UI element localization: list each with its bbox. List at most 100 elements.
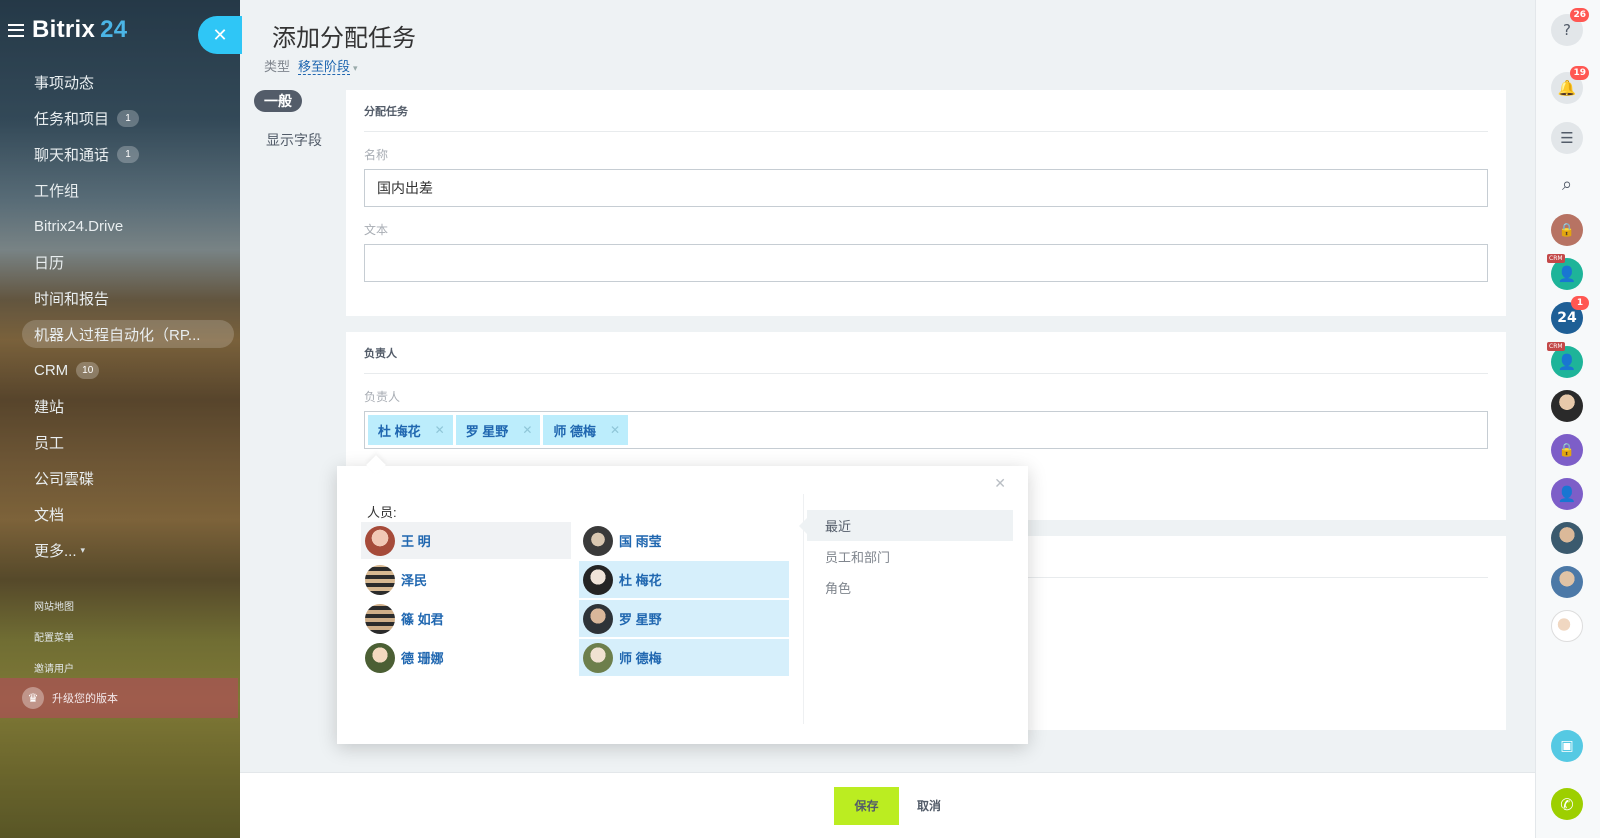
remove-icon[interactable]: ✕ (610, 423, 620, 437)
person-item[interactable]: 泽民 (361, 561, 571, 598)
avatar (365, 603, 395, 634)
tabs: 一般 显示字段 (240, 90, 344, 150)
chevron-down-icon: ▾ (80, 544, 86, 555)
avatar (365, 642, 395, 673)
category-recent[interactable]: 最近 (799, 510, 1013, 541)
responsible-label: 负责人 (364, 390, 401, 404)
user-avatar[interactable] (1551, 566, 1583, 598)
help-icon[interactable]: ? 26 (1551, 8, 1589, 46)
crm-contact-icon[interactable]: 👤 CRM (1547, 342, 1583, 378)
configure-menu-link[interactable]: 配置菜单 (34, 621, 74, 652)
type-label: 类型 (264, 59, 291, 74)
close-slider-button[interactable]: ✕ (198, 16, 242, 54)
sidebar-item-crm[interactable]: CRM 10 (0, 352, 240, 388)
nav-counter: 1 (117, 145, 140, 163)
avatar (583, 642, 613, 673)
sidebar-item-calendar[interactable]: 日历 (0, 244, 240, 280)
person-item[interactable]: 国 雨莹 (579, 522, 789, 559)
user-selector-popup: ✕ 人员: 王 明 国 雨莹 泽民 杜 梅花 篠 如君 罗 星野 德 珊娜 师 … (337, 466, 1028, 744)
name-field[interactable]: 国内出差 (364, 169, 1488, 207)
sidebar-item-tasks[interactable]: 任务和项目 1 (0, 100, 240, 136)
chat-list-icon[interactable]: ☰ (1551, 122, 1583, 154)
avatar (365, 525, 395, 556)
type-selector[interactable]: 移至阶段 (298, 59, 351, 75)
task-card: 分配任务 名称 国内出差 文本 (346, 90, 1506, 316)
user-token[interactable]: 杜 梅花 ✕ (368, 415, 453, 445)
tab-general[interactable]: 一般 (254, 90, 302, 112)
upgrade-label: 升级您的版本 (52, 693, 118, 705)
sidebar-item-company-drive[interactable]: 公司雲碟 (0, 460, 240, 496)
sidebar-item-time-reports[interactable]: 时间和报告 (0, 280, 240, 316)
user-avatar[interactable] (1551, 390, 1583, 422)
section-header: 分配任务 (364, 90, 1488, 132)
user-icon[interactable]: 👤 (1551, 478, 1583, 510)
search-icon[interactable]: ⌕ (1551, 168, 1583, 200)
device-icon[interactable]: ▣ (1551, 730, 1583, 762)
close-icon: ✕ (212, 24, 228, 46)
badge: 19 (1570, 66, 1589, 80)
close-icon[interactable]: ✕ (994, 476, 1006, 492)
sidebar-item-rpa[interactable]: 机器人过程自动化（RP... (0, 316, 240, 352)
sidebar-small-links: 网站地图 配置菜单 邀请用户 (34, 590, 74, 683)
bell-icon[interactable]: 🔔 19 (1551, 66, 1589, 104)
person-item[interactable]: 篠 如君 (361, 600, 571, 637)
group-avatar[interactable] (1551, 610, 1583, 642)
lock-icon[interactable]: 🔒 (1551, 434, 1583, 466)
person-item-selected[interactable]: 杜 梅花 (579, 561, 789, 598)
avatar (583, 564, 613, 595)
save-button[interactable]: 保存 (833, 786, 899, 825)
section-header: 负责人 (364, 332, 1488, 374)
name-label: 名称 (364, 148, 389, 162)
left-sidebar: Bitrix 24 事项动态 任务和项目 1 聊天和通话 1 工作组 Bitrix24… (0, 0, 240, 838)
brand[interactable]: Bitrix 24 (8, 16, 127, 44)
user-token[interactable]: 师 德梅 ✕ (543, 415, 629, 445)
sidebar-item-workgroups[interactable]: 工作组 (0, 172, 240, 208)
user-token[interactable]: 罗 星野 ✕ (455, 415, 541, 445)
badge: 26 (1570, 8, 1589, 22)
remove-icon[interactable]: ✕ (522, 423, 532, 437)
category-employees-departments[interactable]: 员工和部门 (807, 541, 1013, 572)
main-nav: 事项动态 任务和项目 1 聊天和通话 1 工作组 Bitrix24.Drive 日历… (0, 64, 240, 568)
chevron-down-icon[interactable]: ▾ (353, 63, 358, 73)
crm-contact-icon[interactable]: 👤 CRM (1547, 254, 1583, 290)
people-title: 人员: (367, 505, 397, 520)
sidebar-item-drive[interactable]: Bitrix24.Drive (0, 208, 240, 244)
sidebar-item-chat[interactable]: 聊天和通话 1 (0, 136, 240, 172)
crown-icon: ♛ (22, 687, 44, 709)
person-item-selected[interactable]: 罗 星野 (579, 600, 789, 637)
category-roles[interactable]: 角色 (807, 572, 1013, 603)
avatar (583, 525, 613, 556)
bitrix24-icon[interactable]: 24 1 (1551, 296, 1589, 334)
nav-counter: 1 (117, 109, 140, 127)
nav-counter: 10 (76, 361, 100, 379)
footer-bar: 保存 取消 (240, 772, 1535, 838)
badge: 1 (1571, 296, 1589, 310)
remove-icon[interactable]: ✕ (435, 423, 445, 437)
cancel-button[interactable]: 取消 (917, 797, 941, 814)
sidebar-item-employees[interactable]: 员工 (0, 424, 240, 460)
hamburger-menu-icon[interactable] (8, 23, 24, 37)
brand-logo: Bitrix 24 (32, 16, 128, 43)
person-item[interactable]: 王 明 (361, 522, 571, 559)
sitemap-link[interactable]: 网站地图 (34, 590, 74, 621)
category-list: 最近 员工和部门 角色 (799, 510, 1013, 603)
sidebar-item-more[interactable]: 更多... ▾ (0, 532, 240, 568)
avatar (583, 603, 613, 634)
page-title: 添加分配任务 (272, 25, 416, 52)
person-item[interactable]: 德 珊娜 (361, 639, 571, 676)
sidebar-item-sites[interactable]: 建站 (0, 388, 240, 424)
text-field[interactable] (364, 244, 1488, 282)
tab-display-fields[interactable]: 显示字段 (266, 130, 340, 150)
sidebar-item-documents[interactable]: 文档 (0, 496, 240, 532)
avatar (365, 564, 395, 595)
phone-icon[interactable]: ✆ (1551, 788, 1583, 820)
upgrade-button[interactable]: ♛ 升级您的版本 (0, 678, 238, 718)
text-label: 文本 (364, 223, 389, 237)
type-row: 类型 移至阶段 ▾ (264, 56, 358, 75)
sidebar-item-activity-stream[interactable]: 事项动态 (0, 64, 240, 100)
responsible-field[interactable]: 杜 梅花 ✕ 罗 星野 ✕ 师 德梅 ✕ (364, 411, 1488, 449)
right-rail: ? 26 🔔 19 ☰ ⌕ 🔒 👤 CRM 24 1 👤 CRM 🔒 👤 ▣ ✆ (1535, 0, 1600, 838)
lock-icon[interactable]: 🔒 (1551, 214, 1583, 246)
user-avatar[interactable] (1551, 522, 1583, 554)
person-item-selected[interactable]: 师 德梅 (579, 639, 789, 676)
